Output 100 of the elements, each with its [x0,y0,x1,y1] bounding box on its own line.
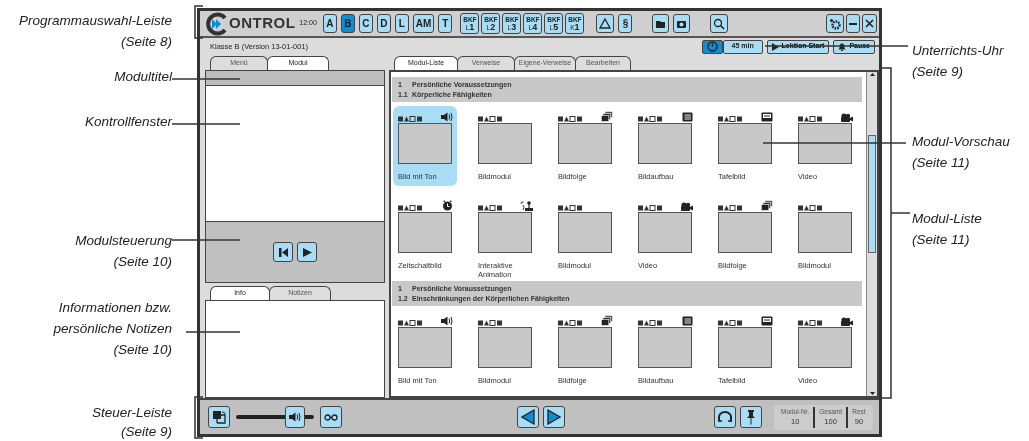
paragraph-button[interactable]: § [618,14,633,33]
camera-icon [676,18,688,29]
module-preview [718,212,772,253]
module-preview [478,327,532,368]
stacked-pictures-icon [761,200,773,211]
arrow-right-icon [546,409,561,425]
attribute-icons-drawing [718,320,744,326]
attribute-icons-drawing [398,205,424,211]
pin-icon [746,409,757,425]
logo-text: ONTROL [229,13,296,34]
program-button[interactable]: C [358,14,373,33]
play-button[interactable] [297,242,317,262]
movie-camera-icon [839,317,853,326]
movie-camera-icon [839,113,853,122]
arrow-left-icon [520,409,535,425]
bell-icon [838,42,847,51]
speaker-icon [441,112,453,122]
volume-handle[interactable] [284,406,305,428]
attribute-icons-drawing [478,205,504,211]
warning-button[interactable] [596,14,615,33]
settings-button[interactable] [826,14,844,33]
link-icon [324,413,338,421]
clock-icon [706,41,718,52]
module-preview [558,212,612,253]
logo-icon [205,11,229,36]
program-button[interactable]: AM [412,14,435,33]
warning-icon [599,18,612,29]
board-icon [761,112,773,122]
play-icon [301,246,313,258]
minimize-button[interactable] [846,14,860,33]
pin-button[interactable] [740,406,763,428]
timer-toggle-button[interactable] [701,39,723,54]
attribute-icons-drawing [638,320,664,326]
module-preview [558,123,612,164]
search-icon [713,17,726,30]
attribute-icons-drawing [798,205,824,211]
settings-icon [829,17,841,30]
window-switch-icon [212,410,226,424]
skip-back-icon [277,246,289,258]
attribute-icons-drawing [798,116,824,122]
skip-back-button[interactable] [273,242,293,262]
module-preview [798,327,852,368]
board-icon [761,316,773,326]
callout-label: Informationen bzw. persönliche Notizen (Seite 10) [52,299,172,359]
attribute-icons-drawing [638,205,664,211]
module-preview [798,123,852,164]
scroll-up-icon [868,72,876,77]
attribute-icons-drawing [718,116,744,122]
list-icon [682,316,693,326]
module-preview [718,327,772,368]
arch-icon [717,411,734,423]
folder-icon [655,18,667,29]
stacked-pictures-icon [601,111,613,122]
link-button[interactable] [320,406,342,428]
program-button[interactable]: A [322,14,337,33]
search-button[interactable] [710,14,729,33]
movie-camera-icon [679,202,693,211]
module-preview [798,212,852,253]
callout-label: Programmauswahl-Leiste (Seite 8) [17,12,172,51]
minimize-icon [849,22,857,25]
window-switch-button[interactable] [208,406,230,428]
alarm-clock-icon [442,200,453,211]
callout-label: Unterrichts-Uhr (Seite 9) [912,42,1004,81]
program-button[interactable]: B [340,14,355,33]
program-button[interactable]: T [438,14,453,33]
module-preview [638,212,692,253]
program-button[interactable]: L [394,14,409,33]
stacked-pictures-icon [601,315,613,326]
close-button[interactable] [862,14,877,33]
module-preview [558,327,612,368]
attribute-icons-drawing [558,320,584,326]
attribute-icons-drawing [478,116,504,122]
callout-label: Modul-Vorschau (Seite 11) [912,133,1010,172]
attribute-icons-drawing [718,205,744,211]
joystick-icon [520,201,533,211]
callout-label: Modultitel [113,68,172,86]
volume-slider[interactable] [236,405,314,429]
camera-button[interactable] [673,14,691,33]
list-icon [682,112,693,122]
next-button[interactable] [542,406,565,428]
callout-label: Kontrollfenster [83,113,172,131]
folder-button[interactable] [652,14,670,33]
callout-label: Modul-Liste (Seite 11) [912,210,982,249]
module-preview [398,123,452,164]
scroll-down-icon [868,391,876,396]
speaker-icon [441,316,453,326]
previous-button[interactable] [516,406,539,428]
arch-button[interactable] [714,406,737,428]
module-preview [718,123,772,164]
play-icon [771,42,779,51]
attribute-icons-drawing [798,320,824,326]
module-preview [478,212,532,253]
attribute-icons-drawing [398,116,424,122]
attribute-icons-drawing [558,205,584,211]
close-icon [865,19,874,28]
module-preview [398,212,452,253]
module-preview [638,123,692,164]
program-button[interactable]: D [376,14,391,33]
scroll-thumb[interactable] [868,135,876,253]
callout-label: Modulsteuerung (Seite 10) [74,232,172,271]
